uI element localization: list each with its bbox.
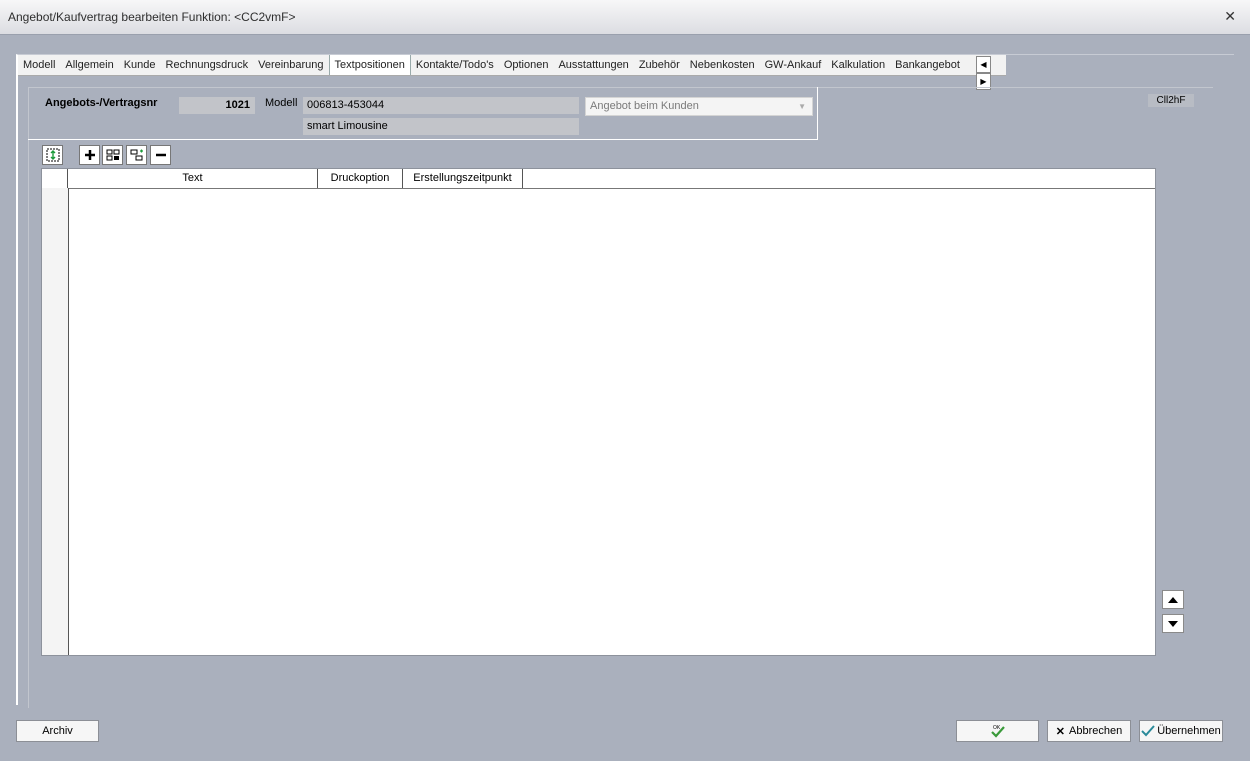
plus-icon: [84, 150, 95, 160]
tab-nebenkosten[interactable]: Nebenkosten: [685, 55, 760, 75]
grid-header: Text Druckoption Erstellungszeitpunkt: [42, 169, 1155, 189]
status-select[interactable]: Angebot beim Kunden ▼: [585, 97, 813, 116]
title-bar: Angebot/Kaufvertrag bearbeiten Funktion:…: [0, 0, 1250, 35]
remove-button[interactable]: [150, 145, 171, 165]
insert-row-button[interactable]: [102, 145, 123, 165]
close-icon[interactable]: ✕: [1224, 8, 1236, 25]
modell-label: Modell: [265, 97, 298, 109]
tab-vereinbarung[interactable]: Vereinbarung: [253, 55, 328, 75]
row-header-column: [42, 188, 69, 655]
modell-code-field: 006813-453044: [303, 97, 579, 114]
abbrechen-button-label: Abbrechen: [1069, 725, 1123, 737]
tab-kontakte[interactable]: Kontakte/Todo's: [411, 55, 499, 75]
tab-allgemein[interactable]: Allgemein: [60, 55, 118, 75]
refresh-icon: [46, 148, 59, 162]
arrow-up-icon: [1168, 596, 1178, 603]
tab-scroll-left-icon[interactable]: ◀: [976, 56, 991, 73]
vertragsnr-field: 1021: [179, 97, 255, 114]
tab-bankangebot[interactable]: Bankangebot: [890, 55, 965, 75]
tab-bar: Modell Allgemein Kunde Rechnungsdruck Verein…: [18, 55, 1006, 76]
uebernehmen-button[interactable]: Übernehmen: [1139, 720, 1223, 742]
refresh-button[interactable]: [42, 145, 63, 165]
tab-gw-ankauf[interactable]: GW-Ankauf: [760, 55, 827, 75]
tab-textpositionen[interactable]: Textpositionen: [328, 55, 411, 75]
tab-kunde[interactable]: Kunde: [119, 55, 161, 75]
close-x-icon: ✕: [1055, 725, 1065, 738]
svg-text:OK: OK: [993, 725, 1001, 731]
tab-zubehoer[interactable]: Zubehör: [634, 55, 685, 75]
chevron-down-icon: ▼: [798, 102, 806, 111]
column-header-erstellungszeitpunkt[interactable]: Erstellungszeitpunkt: [403, 169, 523, 188]
arrow-down-icon: [1168, 620, 1178, 627]
group-icon: [130, 149, 143, 161]
tab-modell[interactable]: Modell: [18, 55, 60, 75]
insert-row-icon: [106, 149, 119, 161]
text-positions-grid[interactable]: Text Druckoption Erstellungszeitpunkt: [41, 168, 1156, 656]
tab-ausstattungen[interactable]: Ausstattungen: [553, 55, 633, 75]
tab-kalkulation[interactable]: Kalkulation: [826, 55, 890, 75]
status-select-value: Angebot beim Kunden: [590, 100, 699, 112]
tab-rechnungsdruck[interactable]: Rechnungsdruck: [161, 55, 254, 75]
grid-header-rownum: [42, 169, 68, 188]
window-title: Angebot/Kaufvertrag bearbeiten Funktion:…: [8, 10, 296, 24]
tab-optionen[interactable]: Optionen: [499, 55, 554, 75]
column-header-druckoption[interactable]: Druckoption: [318, 169, 403, 188]
vertragsnr-label: Angebots-/Vertragsnr: [45, 97, 158, 109]
apply-check-icon: [1141, 725, 1155, 737]
move-down-button[interactable]: [1162, 614, 1184, 633]
abbrechen-button[interactable]: ✕ Abbrechen: [1047, 720, 1131, 742]
tab-scroll: ◀▶: [976, 56, 1006, 90]
column-header-text[interactable]: Text: [68, 169, 318, 188]
code-label: Cll2hF: [1148, 94, 1194, 107]
archiv-button[interactable]: Archiv: [16, 720, 99, 742]
group-button[interactable]: [126, 145, 147, 165]
archiv-button-label: Archiv: [42, 725, 73, 737]
move-up-button[interactable]: [1162, 590, 1184, 609]
uebernehmen-button-label: Übernehmen: [1157, 725, 1221, 737]
add-button[interactable]: [79, 145, 100, 165]
minus-icon: [155, 153, 166, 157]
modell-name-field: smart Limousine: [303, 118, 579, 135]
ok-button[interactable]: OK: [956, 720, 1039, 742]
ok-check-icon: OK: [990, 725, 1005, 738]
